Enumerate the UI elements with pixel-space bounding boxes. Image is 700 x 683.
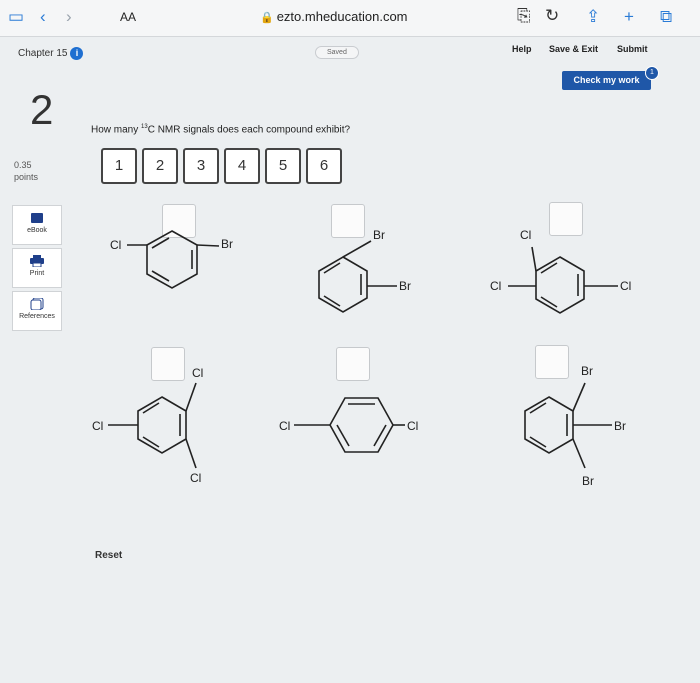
m5-cl-left-label: Cl (279, 419, 290, 433)
compound-6-structure (524, 382, 612, 469)
compound-3-structure (508, 246, 618, 314)
m1-cl-label: Cl (110, 238, 121, 252)
m3-cl-top-label: Cl (520, 228, 531, 242)
m4-cl-bottom-label: Cl (190, 471, 201, 485)
compound-1-structure (127, 230, 220, 289)
m6-br-bottom-label: Br (582, 474, 594, 488)
m3-cl-left-label: Cl (490, 279, 501, 293)
m1-br-label: Br (221, 237, 233, 251)
m5-cl-right-label: Cl (407, 419, 418, 433)
m6-br-right-label: Br (614, 419, 626, 433)
compound-4-structure (108, 382, 197, 469)
molecule-structures: Cl Br Br Br Cl Cl Cl Cl Cl Cl Cl Cl Br B… (92, 228, 631, 488)
reset-button[interactable]: Reset (95, 550, 122, 561)
m3-cl-right-label: Cl (620, 279, 631, 293)
compound-2-structure (318, 240, 397, 313)
m4-cl-left-label: Cl (92, 419, 103, 433)
m2-br-right-label: Br (399, 279, 411, 293)
m2-br-top-label: Br (373, 228, 385, 242)
m6-br-top-label: Br (581, 364, 593, 378)
compound-5-structure (294, 397, 405, 453)
m4-cl-top-label: Cl (192, 366, 203, 380)
